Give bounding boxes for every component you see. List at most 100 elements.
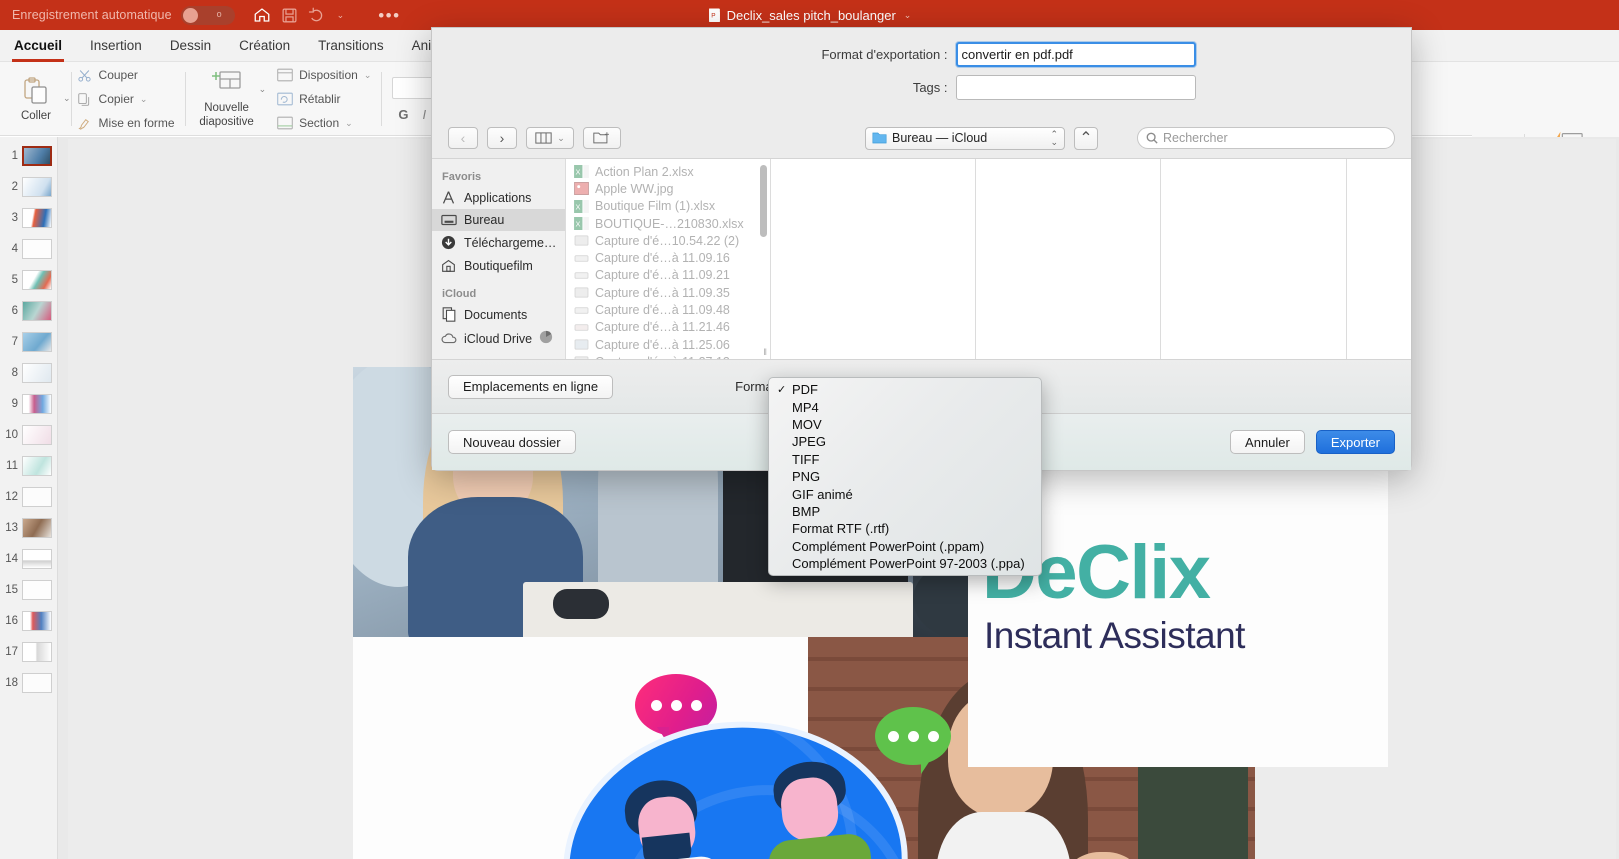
file-list-item[interactable]: Apple WW.jpg	[566, 180, 770, 197]
slide-thumbnail-15[interactable]: 15	[0, 574, 57, 605]
layout-button[interactable]: Disposition ⌄	[276, 67, 371, 84]
italic-button[interactable]: I	[423, 107, 427, 122]
slide-thumbnail-12[interactable]: 12	[0, 481, 57, 512]
menu-item-bmp[interactable]: BMP	[769, 503, 1041, 520]
slide-thumbnail-8[interactable]: 8	[0, 357, 57, 388]
file-list-item[interactable]: Capture d'é…à 11.09.48	[566, 301, 770, 318]
online-locations-button[interactable]: Emplacements en ligne	[448, 374, 614, 399]
more-icon[interactable]: •••	[378, 7, 400, 24]
ribbon-tab-dessin[interactable]: Dessin	[156, 30, 225, 62]
undo-icon[interactable]	[308, 6, 326, 24]
file-column-2[interactable]	[771, 159, 976, 359]
search-field[interactable]: Rechercher	[1137, 127, 1395, 149]
section-button[interactable]: Section ⌄	[276, 115, 371, 132]
file-list-item[interactable]: X BOUTIQUE-…210830.xlsx	[566, 215, 770, 232]
file-list-scrollbar[interactable]	[760, 165, 767, 237]
slide-thumbnail-4[interactable]: 4	[0, 233, 57, 264]
slide-thumbnail-14[interactable]: 14	[0, 543, 57, 574]
sidebar-item-icloud-drive[interactable]: iCloud Drive	[432, 326, 565, 351]
stepper-icon[interactable]: ⌃ ⌄	[1050, 130, 1058, 147]
file-format-dropdown-menu[interactable]: ✓ PDF MP4 MOV JPEG TIFF PNG GIF animé BM…	[768, 377, 1042, 577]
view-mode-button[interactable]: ⌄	[526, 127, 574, 149]
slide-thumbnail-6[interactable]: 6	[0, 295, 57, 326]
ribbon-tab-creation[interactable]: Création	[225, 30, 304, 62]
cancel-button[interactable]: Annuler	[1230, 430, 1305, 454]
slide-thumbnail-18[interactable]: 18	[0, 667, 57, 698]
slide-thumbnail-10[interactable]: 10	[0, 419, 57, 450]
layout-chevron-down-icon[interactable]: ⌄	[364, 70, 372, 81]
copy-button[interactable]: Copier ⌄	[76, 91, 175, 108]
new-folder-toolbar-button[interactable]	[583, 127, 621, 149]
format-painter-button[interactable]: Mise en forme	[76, 115, 175, 132]
file-list-item[interactable]: Capture d'é…à 11.25.06	[566, 336, 770, 353]
column-resize-grip[interactable]: ‖	[763, 347, 767, 357]
location-dropdown[interactable]: Bureau — iCloud ⌃ ⌄	[865, 126, 1065, 150]
section-chevron-down-icon[interactable]: ⌄	[345, 118, 353, 129]
file-column-4[interactable]	[1161, 159, 1347, 359]
file-list-item[interactable]: Capture d'é…à 11.09.16	[566, 249, 770, 266]
slide-thumbnail-11[interactable]: 11	[0, 450, 57, 481]
ribbon-tab-accueil[interactable]: Accueil	[0, 30, 76, 62]
menu-item-mp4[interactable]: MP4	[769, 398, 1041, 415]
copy-chevron-down-icon[interactable]: ⌄	[140, 94, 148, 105]
file-list-item[interactable]: X Boutique Film (1).xlsx	[566, 198, 770, 215]
sidebar-item-bureau[interactable]: Bureau	[432, 209, 565, 231]
bold-button[interactable]: G	[398, 107, 408, 122]
slide-thumbnail-7[interactable]: 7	[0, 326, 57, 357]
export-fields: Format d'exportation : convertir en pdf.…	[432, 28, 1411, 118]
file-column-1[interactable]: X Action Plan 2.xlsx Apple WW.jpg X Bout…	[566, 159, 771, 359]
export-button[interactable]: Exporter	[1315, 430, 1395, 454]
menu-item-ppa[interactable]: Complément PowerPoint 97-2003 (.ppa)	[769, 555, 1041, 572]
slide-preview	[22, 145, 52, 166]
slide-thumbnail-16[interactable]: 16	[0, 605, 57, 636]
file-list-item[interactable]: X Action Plan 2.xlsx	[566, 163, 770, 180]
home-icon[interactable]	[253, 6, 271, 24]
ribbon-tab-insertion[interactable]: Insertion	[76, 30, 156, 62]
file-column-3[interactable]	[976, 159, 1161, 359]
save-icon[interactable]	[281, 7, 298, 24]
sidebar-item-applications[interactable]: Applications	[432, 186, 565, 209]
view-chevron-down-icon[interactable]: ⌄	[557, 133, 565, 144]
new-slide-button[interactable]: Nouvelle diapositive	[196, 68, 258, 129]
ribbon-tab-transitions[interactable]: Transitions	[304, 30, 398, 62]
slide-thumbnail-17[interactable]: 17	[0, 636, 57, 667]
paste-button[interactable]: Coller	[10, 76, 62, 122]
sidebar-item-boutiquefilm[interactable]: Boutiquefilm	[432, 254, 565, 277]
slide-thumbnail-3[interactable]: 3	[0, 202, 57, 233]
autosave-toggle[interactable]: o	[180, 5, 235, 25]
cut-button[interactable]: Couper	[76, 67, 175, 84]
menu-item-ppam[interactable]: Complément PowerPoint (.ppam)	[769, 538, 1041, 555]
slide-thumbnail-5[interactable]: 5	[0, 264, 57, 295]
sidebar-item-documents[interactable]: Documents	[432, 303, 565, 326]
collapse-button[interactable]: ⌃	[1074, 126, 1098, 150]
paste-label: Coller	[20, 109, 52, 122]
undo-chevron-down-icon[interactable]: ⌄	[337, 10, 345, 21]
menu-item-rtf[interactable]: Format RTF (.rtf)	[769, 520, 1041, 537]
reset-button[interactable]: Rétablir	[276, 91, 371, 108]
slide-thumbnail-9[interactable]: 9	[0, 388, 57, 419]
export-format-input[interactable]: convertir en pdf.pdf	[955, 42, 1196, 67]
menu-item-gif-anime[interactable]: GIF animé	[769, 485, 1041, 502]
file-list-item[interactable]: Capture d'é…à 11.21.46	[566, 319, 770, 336]
sidebar-item-telechargements[interactable]: Téléchargeme…	[432, 231, 565, 254]
back-button[interactable]: ‹	[448, 127, 478, 149]
menu-item-tiff[interactable]: TIFF	[769, 451, 1041, 468]
file-list-item[interactable]: Capture d'é…à 11.27.13	[566, 353, 770, 359]
menu-item-png[interactable]: PNG	[769, 468, 1041, 485]
paste-chevron-down-icon[interactable]: ⌄	[63, 93, 71, 104]
menu-item-mov[interactable]: MOV	[769, 416, 1041, 433]
file-list-item[interactable]: Capture d'é…10.54.22 (2)	[566, 232, 770, 249]
slide-thumbnail-2[interactable]: 2	[0, 171, 57, 202]
slide-thumbnail-1[interactable]: 1	[0, 140, 57, 171]
menu-item-pdf[interactable]: ✓ PDF	[769, 381, 1041, 398]
slide-number: 16	[5, 614, 18, 627]
forward-button[interactable]: ›	[487, 127, 517, 149]
file-list-item[interactable]: Capture d'é…à 11.09.35	[566, 284, 770, 301]
slide-thumbnail-panel[interactable]: 1 2 3 4 5 6 7 8 9 10 11 12 13 14 15 16 1…	[0, 137, 58, 859]
new-slide-chevron-down-icon[interactable]: ⌄	[259, 84, 267, 95]
new-folder-button[interactable]: Nouveau dossier	[448, 430, 576, 454]
slide-thumbnail-13[interactable]: 13	[0, 512, 57, 543]
tags-input[interactable]	[955, 75, 1196, 100]
menu-item-jpeg[interactable]: JPEG	[769, 433, 1041, 450]
file-list-item[interactable]: Capture d'é…à 11.09.21	[566, 267, 770, 284]
